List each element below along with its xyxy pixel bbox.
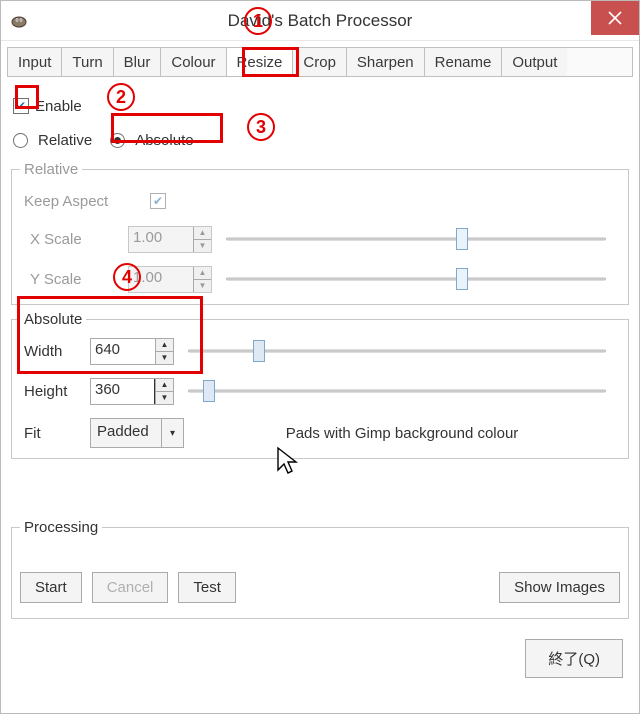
radio-relative-label: Relative xyxy=(38,132,92,149)
radio-absolute-label: Absolute xyxy=(135,132,193,149)
tab-content-resize: Enable Relative Absolute Relative Keep A… xyxy=(7,77,633,682)
fit-label: Fit xyxy=(20,425,90,442)
absolute-group: Absolute Width 640 ▲▼ Height 360 ▲▼ xyxy=(11,311,629,459)
radio-relative[interactable] xyxy=(13,133,28,148)
show-images-button[interactable]: Show Images xyxy=(499,572,620,603)
yscale-slider xyxy=(226,275,606,283)
tab-resize[interactable]: Resize xyxy=(227,48,294,76)
titlebar: David's Batch Processor xyxy=(1,1,639,41)
radio-absolute[interactable] xyxy=(110,133,125,148)
xscale-stepper: ▲▼ xyxy=(193,227,211,252)
test-button[interactable]: Test xyxy=(178,572,236,603)
chevron-down-icon[interactable]: ▾ xyxy=(161,419,183,447)
yscale-input: 1.00 ▲▼ xyxy=(128,266,212,293)
fit-combo[interactable]: Padded ▾ xyxy=(90,418,184,448)
close-icon xyxy=(608,11,622,25)
close-dialog-button[interactable]: 終了(Q) xyxy=(525,639,623,678)
start-button[interactable]: Start xyxy=(20,572,82,603)
keep-aspect-checkbox xyxy=(150,193,166,209)
height-stepper[interactable]: ▲▼ xyxy=(155,379,173,404)
relative-legend: Relative xyxy=(20,161,82,178)
processing-group: Processing Start Cancel Test Show Images xyxy=(11,519,629,619)
yscale-stepper: ▲▼ xyxy=(193,267,211,292)
xscale-slider xyxy=(226,235,606,243)
xscale-input: 1.00 ▲▼ xyxy=(128,226,212,253)
height-slider[interactable] xyxy=(188,387,606,395)
tab-blur[interactable]: Blur xyxy=(114,48,162,76)
width-stepper[interactable]: ▲▼ xyxy=(155,339,173,364)
fit-desc: Pads with Gimp background colour xyxy=(184,425,620,442)
width-input[interactable]: 640 ▲▼ xyxy=(90,338,174,365)
tab-sharpen[interactable]: Sharpen xyxy=(347,48,425,76)
tab-rename[interactable]: Rename xyxy=(425,48,503,76)
window-title: David's Batch Processor xyxy=(1,11,639,31)
processing-legend: Processing xyxy=(20,519,102,536)
tab-turn[interactable]: Turn xyxy=(62,48,113,76)
width-slider[interactable] xyxy=(188,347,606,355)
relative-group: Relative Keep Aspect X Scale 1.00 ▲▼ Y S… xyxy=(11,161,629,305)
enable-label: Enable xyxy=(35,98,82,115)
cancel-button: Cancel xyxy=(92,572,169,603)
height-input[interactable]: 360 ▲▼ xyxy=(90,378,174,405)
height-label: Height xyxy=(20,383,90,400)
tab-crop[interactable]: Crop xyxy=(293,48,347,76)
tab-output[interactable]: Output xyxy=(502,48,567,76)
window: David's Batch Processor InputTurnBlurCol… xyxy=(0,0,640,714)
absolute-legend: Absolute xyxy=(20,311,86,328)
yscale-label: Y Scale xyxy=(20,271,128,288)
keep-aspect-label: Keep Aspect xyxy=(20,193,150,210)
tab-colour[interactable]: Colour xyxy=(161,48,226,76)
width-label: Width xyxy=(20,343,90,360)
tab-input[interactable]: Input xyxy=(8,48,62,76)
close-button[interactable] xyxy=(591,1,639,35)
tab-bar: InputTurnBlurColourResizeCropSharpenRena… xyxy=(7,47,633,77)
xscale-label: X Scale xyxy=(20,231,128,248)
enable-checkbox[interactable] xyxy=(13,98,29,114)
